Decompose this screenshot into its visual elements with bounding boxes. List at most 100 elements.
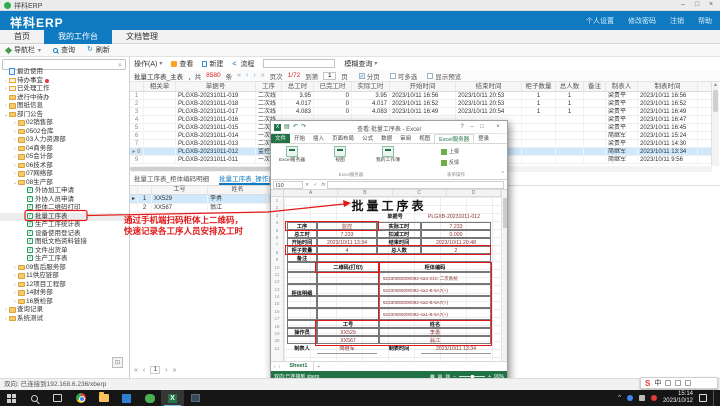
sheet-tab[interactable]: Sheet1 xyxy=(283,362,314,371)
ribbon-tab-登录[interactable]: 登录 xyxy=(474,134,493,143)
checkbox-icon[interactable] xyxy=(427,73,433,79)
excel-grid[interactable]: ABCD 123456789101112131415161718192021 批… xyxy=(271,190,507,361)
excel-vertical-scrollbar[interactable] xyxy=(501,190,507,361)
table-row[interactable]: 3PLGXB-20231011-017二次线4.08304.0832023/10… xyxy=(130,108,712,116)
sidebar-item[interactable]: ›16质检部 xyxy=(0,298,129,307)
ime-tools-icon[interactable] xyxy=(685,380,691,386)
sidebar-item[interactable]: ›图纸信息 xyxy=(0,102,129,111)
ribbon-tab-视图[interactable]: 视图 xyxy=(415,134,434,143)
row-header[interactable]: 10 xyxy=(271,264,283,271)
sidebar-item[interactable]: ✓外协加工申请 xyxy=(0,187,129,196)
sidebar-item[interactable]: 进行中待办 xyxy=(0,94,129,103)
minimize-button[interactable]: – xyxy=(467,124,477,130)
banner-link[interactable]: 帮助 xyxy=(698,16,712,26)
taskbar-icon-window[interactable] xyxy=(184,390,207,406)
sidebar-item[interactable]: ✓设备使用登记表 xyxy=(0,230,129,239)
enter-icon[interactable]: ✓ xyxy=(313,182,317,188)
ime-keyboard-icon[interactable] xyxy=(675,380,681,386)
table-row[interactable]: 2PLGXB-20231011-018二次线4.01704.0172023/10… xyxy=(130,100,712,108)
row-header[interactable]: 16 xyxy=(271,308,283,315)
taskbar-icon-explorer[interactable] xyxy=(92,390,115,406)
ribbon-tab-开始[interactable]: 开始 xyxy=(290,134,309,143)
toolbar-button-search[interactable]: 查询 xyxy=(53,45,75,55)
next-page-button[interactable]: › xyxy=(253,72,255,79)
column-header[interactable]: 制表人 xyxy=(606,82,638,91)
column-header[interactable]: 柜子数量 xyxy=(522,82,556,91)
view-button[interactable]: 查看 xyxy=(171,59,193,69)
cancel-icon[interactable]: ✕ xyxy=(305,182,309,188)
sidebar-item[interactable]: ›09售后服务部 xyxy=(0,264,129,273)
row-header[interactable]: 15 xyxy=(271,300,283,307)
cell-name-box[interactable]: I10 xyxy=(273,181,303,189)
sidebar-item[interactable]: ›04商务部 xyxy=(0,145,129,154)
new-button[interactable]: 新建 xyxy=(202,59,223,69)
sidebar-item[interactable]: 最近使用 xyxy=(0,68,129,77)
tray-app-icon[interactable] xyxy=(627,395,633,401)
first-page-button[interactable]: « xyxy=(134,367,138,374)
checkbox-显示预览[interactable]: 显示预览 xyxy=(427,71,461,81)
column-header[interactable]: 单据号 xyxy=(176,82,256,91)
sidebar-item[interactable]: ›05会计部 xyxy=(0,153,129,162)
column-header[interactable]: 备注 xyxy=(584,82,606,91)
sidebar-item[interactable]: ›07网络部 xyxy=(0,170,129,179)
close-button[interactable]: × xyxy=(493,124,503,130)
row-header[interactable]: 11 xyxy=(271,271,283,278)
sidebar-item[interactable]: ›0502仓库 xyxy=(0,128,129,137)
prev-page-button[interactable]: ‹ xyxy=(246,72,248,79)
ime-language-icon[interactable]: 中 xyxy=(654,378,661,388)
row-header[interactable]: 20 xyxy=(271,337,283,344)
banner-link[interactable]: 个人设置 xyxy=(586,16,614,26)
sidebar-item[interactable]: ›14财务部 xyxy=(0,289,129,298)
row-header[interactable]: 13 xyxy=(271,286,283,293)
column-header[interactable]: 工序 xyxy=(256,82,282,91)
row-header[interactable]: 19 xyxy=(271,330,283,337)
scrollbar-thumb[interactable] xyxy=(503,198,507,228)
row-header[interactable]: 21 xyxy=(271,345,283,352)
ribbon-tab-插入[interactable]: 插入 xyxy=(309,134,328,143)
detail-tab[interactable]: 批量工序表_柜体编码明细 xyxy=(134,174,209,185)
column-header[interactable]: B xyxy=(338,190,392,196)
ribbon-button-我的工作簿[interactable]: 我的工作簿 xyxy=(371,146,405,164)
table-row[interactable]: 1PLGXB-20231011-019二次线3.9503.952023/10/1… xyxy=(130,92,712,100)
banner-link[interactable]: 注销 xyxy=(670,16,684,26)
vertical-scrollbar[interactable]: ▲ xyxy=(711,82,719,166)
next-page-button[interactable]: › xyxy=(165,367,167,374)
row-header[interactable]: 3 xyxy=(271,212,283,219)
column-header[interactable]: 总工时 xyxy=(282,82,314,91)
sheet-next-icon[interactable]: › xyxy=(279,364,281,370)
column-header[interactable]: C xyxy=(393,190,447,196)
checkbox-分页[interactable]: ✓分页 xyxy=(359,71,380,81)
sidebar-item[interactable]: ›06技术部 xyxy=(0,162,129,171)
row-header[interactable]: 12 xyxy=(271,278,283,285)
prev-page-button[interactable]: ‹ xyxy=(143,367,145,374)
checkbox-可多选[interactable]: 可多选 xyxy=(390,71,418,81)
ribbon-button-Excel服务器[interactable]: Excel服务器 xyxy=(275,146,309,164)
sidebar-item[interactable]: ›已处理工作 xyxy=(0,85,129,94)
ribbon-button-反馈[interactable]: 反馈 xyxy=(441,159,459,166)
checkbox-icon[interactable]: ✓ xyxy=(359,73,365,79)
taskbar-icon-photos[interactable] xyxy=(115,390,138,406)
tab-我的工作台[interactable]: 我的工作台 xyxy=(44,30,112,44)
scroll-up-icon[interactable]: ▲ xyxy=(712,82,719,88)
taskbar-icon-excel[interactable]: X xyxy=(161,390,184,406)
sidebar-item[interactable]: ✓批量工序表 xyxy=(0,213,129,222)
ime-settings-icon[interactable] xyxy=(665,380,671,386)
minimize-button[interactable]: – xyxy=(676,1,690,8)
sidebar-item[interactable]: ✓文件出货单 xyxy=(0,247,129,256)
first-page-button[interactable]: « xyxy=(237,72,241,79)
excel-titlebar[interactable]: X ▤ ↶ ↷ 查看:批量工序表 - Excel ? – □ × xyxy=(271,121,507,134)
taskbar-clock[interactable]: 15:14 2023/10/12 xyxy=(663,391,693,405)
taskbar-icon-chrome[interactable] xyxy=(69,390,92,406)
select-all-corner[interactable] xyxy=(271,190,284,197)
formula-input[interactable] xyxy=(327,181,504,189)
checkbox-icon[interactable] xyxy=(390,73,396,79)
ime-toolbar[interactable]: S 中 xyxy=(640,377,718,389)
sidebar-item[interactable]: ›03人力资源部 xyxy=(0,136,129,145)
column-header[interactable]: 结束时间 xyxy=(456,82,522,91)
scrollbar-thumb[interactable] xyxy=(713,90,718,112)
action-menu-button[interactable]: 操作(A)▾ xyxy=(134,59,162,69)
last-page-button[interactable]: » xyxy=(261,72,265,79)
tray-app-icon[interactable] xyxy=(639,395,645,401)
row-header[interactable]: 9 xyxy=(271,256,283,263)
ribbon-button-上报[interactable]: 上报 xyxy=(441,148,459,155)
